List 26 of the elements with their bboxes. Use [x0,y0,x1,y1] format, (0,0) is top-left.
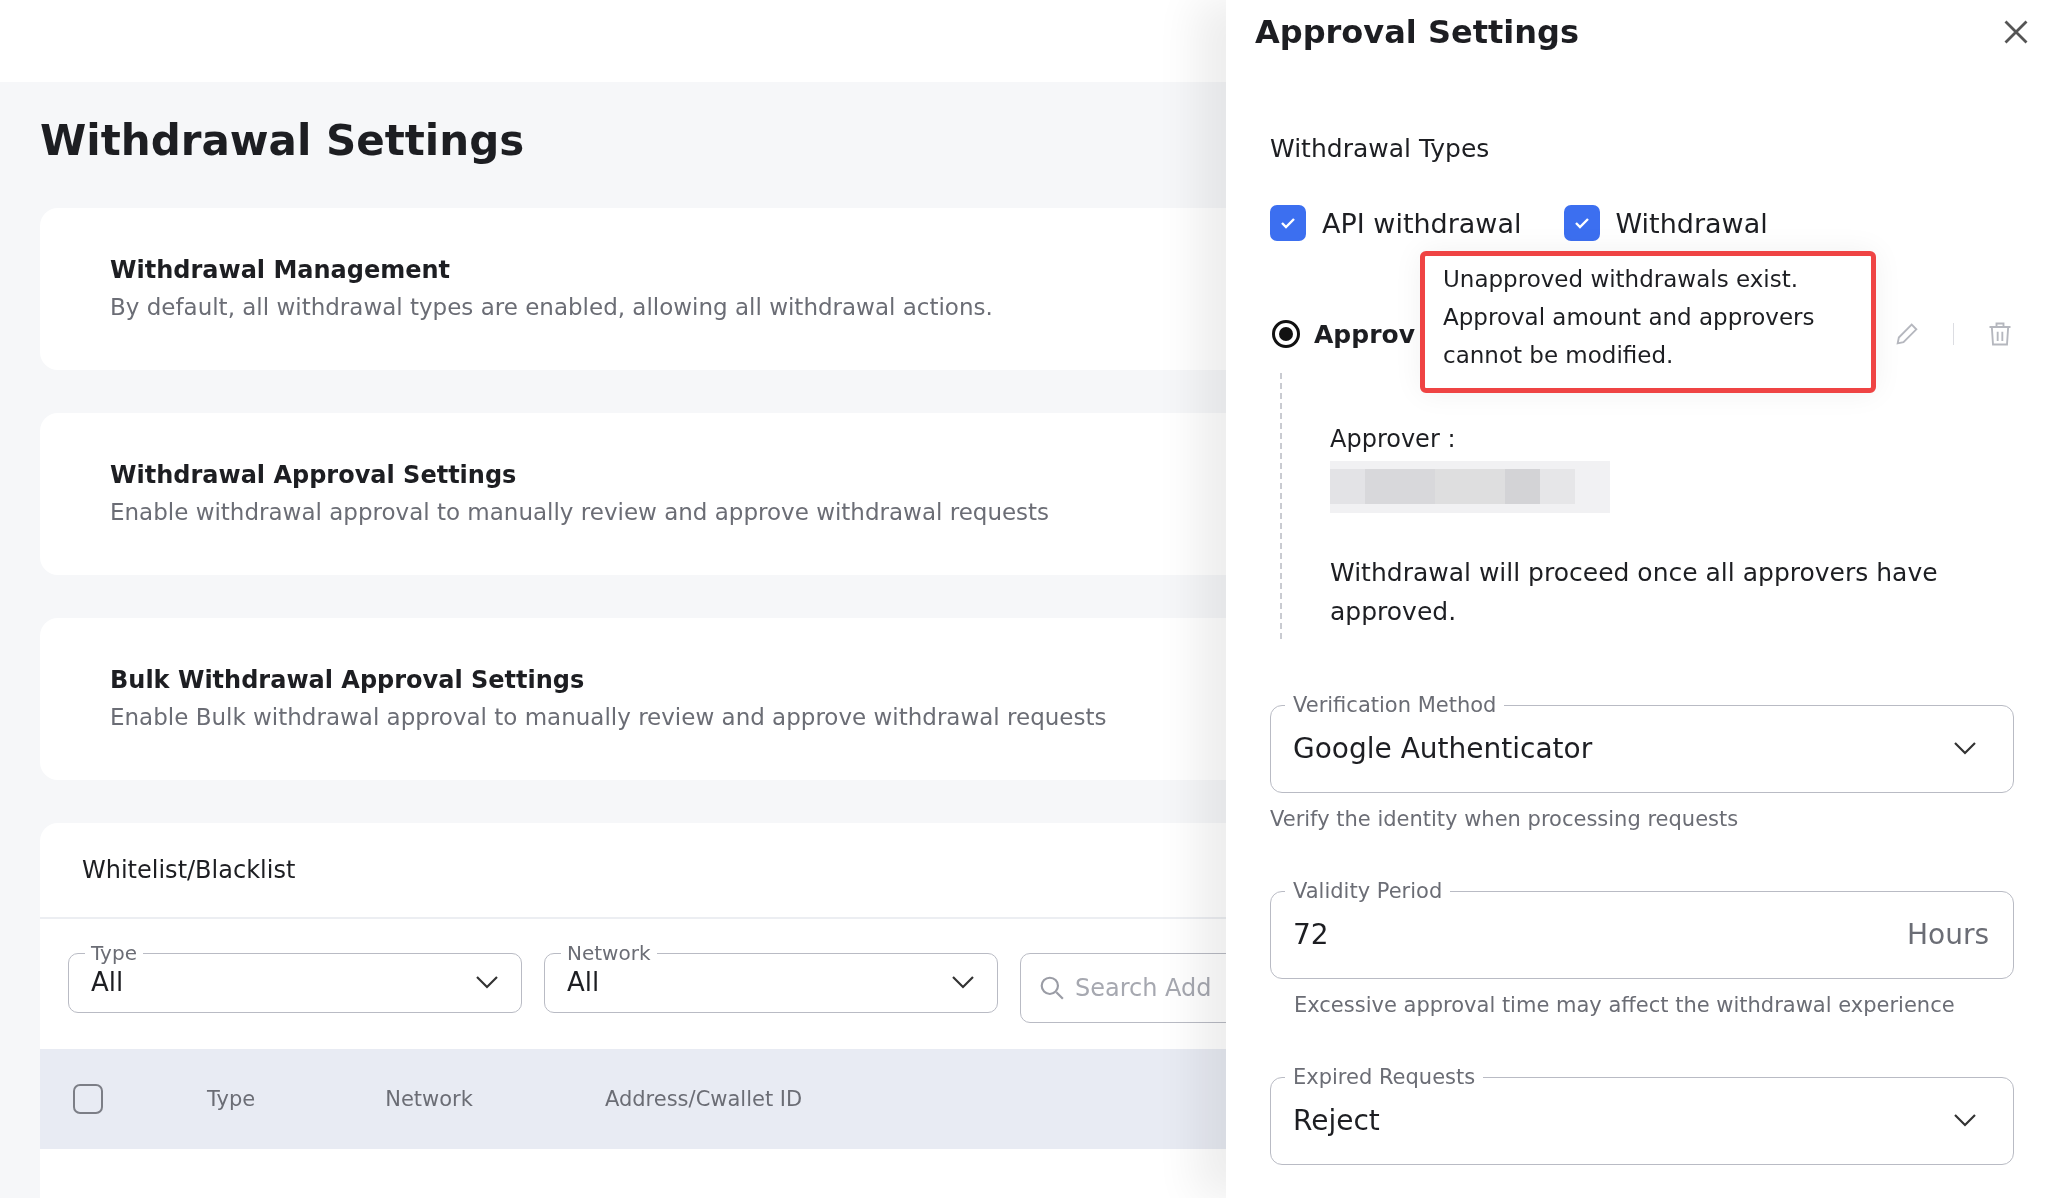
checkbox-label: API withdrawal [1322,207,1522,239]
card-description: By default, all withdrawal types are enabled, allowing all withdrawal actions. [110,294,994,320]
section-title: Whitelist/Blacklist [82,856,296,884]
helper-text: Verify the identity when processing requests [1270,807,1740,831]
page-title: Withdrawal Settings [40,120,526,162]
approval-note: Withdrawal will proceed once all approvers have approved. [1330,557,1939,628]
section-heading: Withdrawal Types [1270,134,1491,163]
filter-select[interactable]: Type All [68,943,522,1013]
card-description: Enable withdrawal approval to manually review and approve withdrawal requests [110,499,1051,525]
column-header: Network [385,1087,473,1111]
select-field[interactable]: Verification Method Google Authenticator [1270,695,2014,793]
column-header: Address/Cwallet ID [604,1087,803,1111]
checkbox-label: Withdrawal [1615,207,1768,239]
number-field[interactable]: Validity Period 72 Hours [1270,881,2014,979]
select-field[interactable]: Expired Requests Reject [1270,1067,2014,1165]
drawer-title: Approval Settings [1255,13,1579,51]
card-description: Enable Bulk withdrawal approval to manually review and approve withdrawal requests [110,704,1108,730]
filter-select[interactable]: Network All [544,943,998,1013]
card-title: Withdrawal Approval Settings [110,461,518,489]
approver-label: Approver : [1330,425,1457,453]
radio-label: Approv [1314,319,1415,349]
tooltip: Unapproved withdrawals exist. Approval amount and approvers cannot be modified. [1420,251,1876,393]
card-title: Bulk Withdrawal Approval Settings [110,666,586,694]
card-title: Withdrawal Management [110,256,452,284]
column-header: Type [207,1087,256,1111]
helper-text: Excessive approval time may affect the withdrawal experience [1293,993,1956,1017]
